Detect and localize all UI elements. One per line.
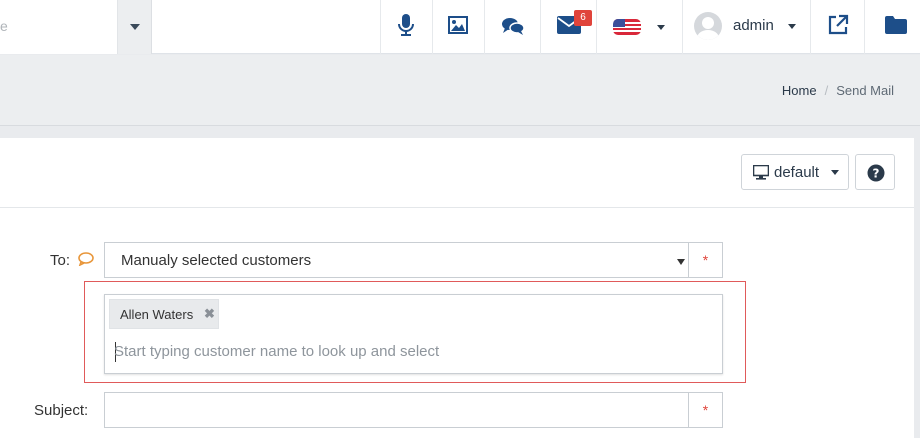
caret-down-icon	[130, 24, 140, 30]
open-site-button[interactable]	[810, 0, 864, 54]
user-name: admin	[733, 17, 774, 34]
required-indicator: *	[689, 242, 723, 278]
breadcrumb: Home / Send Mail	[782, 83, 894, 98]
language-selector[interactable]	[596, 0, 682, 54]
customer-tag-label: Allen Waters	[120, 307, 194, 322]
customer-search-input[interactable]: Start typing customer name to look up an…	[114, 343, 439, 360]
customer-tag: Allen Waters ✖	[109, 299, 219, 329]
mail-count-badge: 6	[574, 10, 592, 26]
avatar	[694, 12, 722, 40]
subject-label: Subject:	[34, 402, 89, 419]
recipient-type-value: Manualy selected customers	[121, 252, 312, 269]
caret-down-icon	[677, 259, 685, 265]
layout-default-button[interactable]: default	[741, 154, 849, 190]
microphone-icon	[398, 14, 414, 36]
chat-icon	[502, 18, 525, 35]
help-button[interactable]: ?	[855, 154, 895, 190]
top-navbar: e 6 admin	[0, 0, 920, 54]
subject-input[interactable]	[104, 392, 689, 428]
media-button[interactable]	[432, 0, 484, 54]
layout-button-label: default	[774, 164, 820, 181]
folder-icon	[885, 16, 907, 34]
mail-button[interactable]	[540, 0, 596, 54]
us-flag-icon	[613, 19, 641, 35]
voice-button[interactable]	[380, 0, 432, 54]
image-icon	[448, 16, 468, 34]
breadcrumb-current: Send Mail	[836, 83, 894, 98]
search-placeholder: e	[0, 18, 8, 34]
chat-button[interactable]	[484, 0, 540, 54]
caret-down-icon	[788, 24, 796, 29]
breadcrumb-home[interactable]: Home	[782, 83, 817, 98]
file-manager-button[interactable]	[864, 0, 920, 54]
svg-text:?: ?	[873, 167, 880, 181]
breadcrumb-separator: /	[824, 83, 829, 98]
to-label: To:	[50, 252, 71, 269]
customer-picker[interactable]: Allen Waters ✖ Start typing customer nam…	[104, 294, 723, 374]
remove-tag-icon[interactable]: ✖	[204, 306, 215, 322]
required-indicator: *	[689, 392, 723, 428]
send-mail-card: default ? To: Manualy selected customers…	[0, 138, 914, 438]
search-dropdown-button[interactable]	[118, 0, 152, 54]
caret-down-icon	[657, 25, 665, 30]
comment-icon	[78, 252, 94, 266]
recipient-type-select[interactable]: Manualy selected customers	[104, 242, 689, 278]
external-link-icon	[828, 14, 849, 35]
question-circle-icon: ?	[867, 164, 885, 182]
caret-down-icon	[831, 170, 839, 175]
page-header: Home / Send Mail	[0, 55, 920, 126]
search-input[interactable]: e	[0, 0, 118, 54]
card-toolbar: default ?	[0, 138, 914, 208]
monitor-icon	[753, 165, 769, 180]
